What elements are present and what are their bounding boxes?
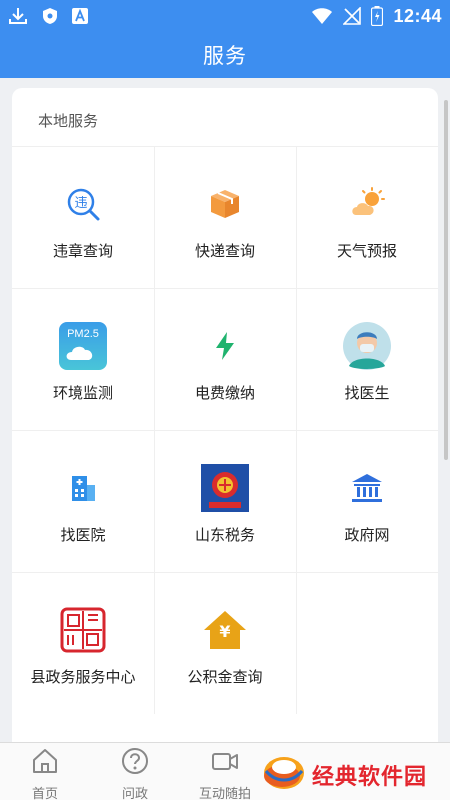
no-signal-icon	[343, 7, 362, 25]
hospital-icon	[59, 464, 107, 512]
service-weather[interactable]: 天气预报	[296, 146, 438, 288]
service-county-gov-center[interactable]: 县政务服务中心	[12, 572, 154, 714]
service-housing-fund[interactable]: ¥ 公积金查询	[154, 572, 296, 714]
package-icon	[201, 180, 249, 228]
violation-search-icon: 违	[59, 180, 107, 228]
service-label: 山东税务	[194, 526, 255, 544]
service-label: 环境监测	[52, 384, 113, 402]
tab-home[interactable]: 首页	[0, 747, 90, 800]
watermark-text: 经典软件园	[312, 765, 428, 790]
seal-icon	[59, 606, 107, 654]
service-label: 天气预报	[336, 242, 397, 260]
shield-icon	[42, 7, 58, 25]
battery-icon	[371, 6, 384, 26]
service-label: 电费缴纳	[194, 384, 255, 402]
service-find-hospital[interactable]: 找医院	[12, 430, 154, 572]
app-bar: 服务	[0, 32, 450, 78]
download-icon	[8, 6, 28, 26]
service-electricity-bill[interactable]: 电费缴纳	[154, 288, 296, 430]
home-icon	[31, 747, 59, 779]
service-label: 公积金查询	[187, 668, 263, 686]
tab-label: 首页	[31, 787, 58, 800]
weather-icon	[343, 180, 391, 228]
service-label: 政府网	[344, 526, 390, 544]
pm25-icon: PM2.5	[59, 322, 107, 370]
service-label: 县政务服务中心	[30, 668, 136, 686]
scrollbar[interactable]	[444, 100, 448, 460]
pm25-icon-text: PM2.5	[67, 328, 99, 340]
housing-fund-icon: ¥	[201, 606, 249, 654]
lightning-icon	[201, 322, 249, 370]
service-label: 找医院	[60, 526, 106, 544]
service-find-doctor[interactable]: 找医生	[296, 288, 438, 430]
housing-fund-icon-text: ¥	[219, 622, 231, 641]
section-title: 本地服务	[38, 112, 99, 130]
watermark: 经典软件园	[262, 750, 450, 800]
page-title: 服务	[203, 44, 247, 68]
tab-label: 互动随拍	[198, 787, 251, 800]
government-building-icon	[343, 464, 391, 512]
service-shandong-tax[interactable]: 山东税务	[154, 430, 296, 572]
service-government-site[interactable]: 政府网	[296, 430, 438, 572]
a-icon	[72, 8, 88, 24]
wifi-icon	[311, 7, 333, 25]
service-label: 找医生	[344, 384, 390, 402]
tab-label: 问政	[121, 787, 148, 800]
question-icon	[121, 747, 149, 779]
svg-text:违: 违	[74, 196, 87, 211]
video-camera-icon	[211, 747, 239, 779]
service-environment[interactable]: PM2.5 环境监测	[12, 288, 154, 430]
tax-emblem-icon	[201, 464, 249, 512]
service-label: 违章查询	[52, 242, 113, 260]
service-express-search[interactable]: 快递查询	[154, 146, 296, 288]
doctor-avatar-icon	[343, 322, 391, 370]
tab-inquiry[interactable]: 问政	[90, 747, 180, 800]
watermark-logo-icon	[262, 753, 306, 797]
service-label: 快递查询	[194, 242, 255, 260]
status-bar: 12:44	[0, 0, 450, 32]
local-services-card: 本地服务 违 违章查询 快递查询 天气预报 PM2.5 环境监测 电费缴纳 找医…	[12, 88, 438, 748]
service-violation-search[interactable]: 违 违章查询	[12, 146, 154, 288]
tab-interactive-snapshot[interactable]: 互动随拍	[180, 747, 270, 800]
clock: 12:44	[393, 5, 442, 26]
